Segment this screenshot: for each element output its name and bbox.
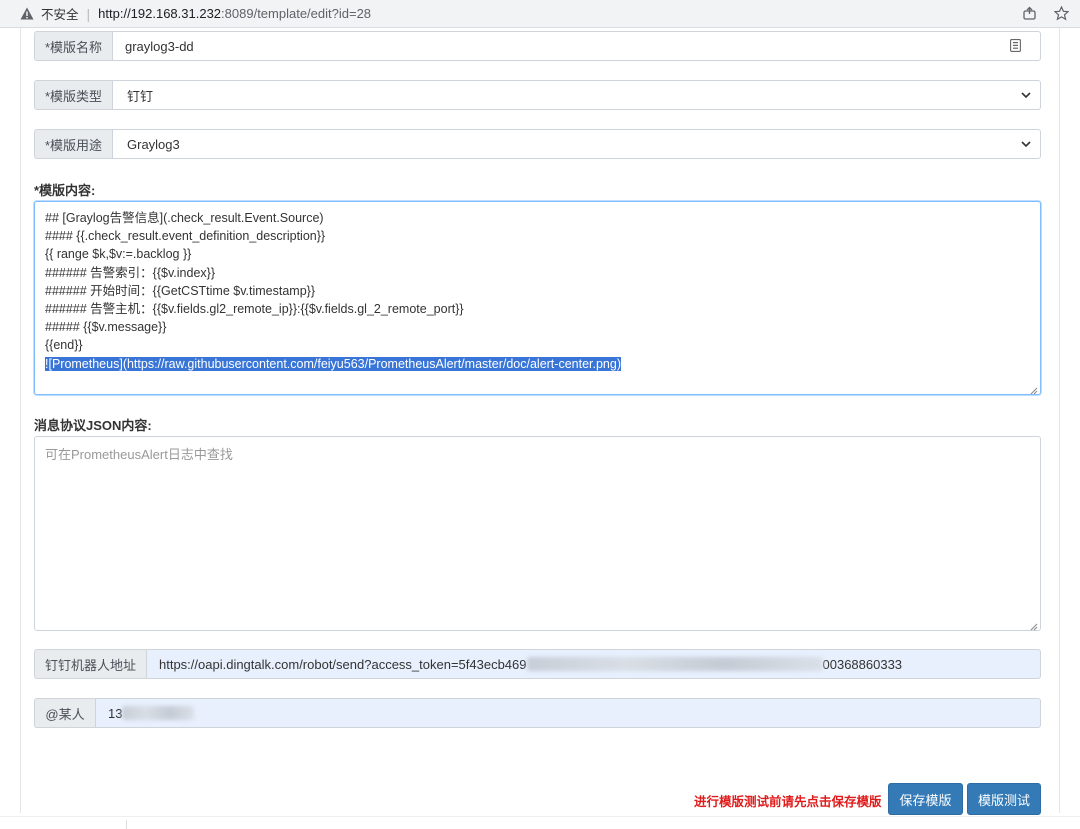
robot-url-input[interactable]: https://oapi.dingtalk.com/robot/send?acc… [146, 649, 1041, 679]
template-type-label: *模版类型 [34, 80, 112, 110]
json-content-textarea[interactable]: 可在PrometheusAlert日志中查找 [34, 436, 1041, 631]
template-content-label: *模版内容: [34, 183, 96, 198]
template-content-textarea[interactable]: ## [Graylog告警信息](.check_result.Event.Sou… [34, 201, 1041, 395]
template-name-label: *模版名称 [34, 31, 112, 61]
code-line: #### {{.check_result.event_definition_de… [45, 229, 326, 244]
chevron-down-icon[interactable] [1020, 89, 1032, 101]
bottom-divider [0, 816, 1080, 817]
template-usage-select[interactable]: Graylog3 [112, 129, 1041, 159]
save-template-button[interactable]: 保存模版 [888, 783, 963, 815]
at-person-value-start: 13 [108, 705, 123, 721]
code-line: {{end}} [45, 338, 83, 353]
resize-grip-icon[interactable] [1029, 383, 1038, 395]
json-content-label: 消息协议JSON内容: [34, 418, 152, 433]
template-type-group: *模版类型 钉钉 [34, 80, 1041, 110]
resize-grip-icon[interactable] [1029, 619, 1038, 631]
robot-url-label: 钉钉机器人地址 [34, 649, 146, 679]
code-line: ## [Graylog告警信息](.check_result.Event.Sou… [45, 211, 324, 225]
url-path: :8089/template/edit?id=28 [221, 6, 372, 21]
warning-icon[interactable] [20, 7, 34, 21]
at-person-input[interactable]: 13 [95, 698, 1041, 728]
autofill-icon[interactable] [1010, 39, 1022, 53]
template-usage-group: *模版用途 Graylog3 [34, 129, 1041, 159]
insecure-label[interactable]: 不安全 [41, 4, 79, 23]
robot-url-group: 钉钉机器人地址 https://oapi.dingtalk.com/robot/… [34, 649, 1041, 679]
robot-url-value-start: https://oapi.dingtalk.com/robot/send?acc… [159, 656, 527, 672]
at-person-group: @某人 13 [34, 698, 1041, 728]
bottom-tick [126, 820, 127, 829]
template-usage-label: *模版用途 [34, 129, 112, 159]
code-line: {{ range $k,$v:=.backlog }} [45, 247, 192, 262]
code-line: ##### {{$v.message}} [45, 320, 167, 335]
share-icon[interactable] [1020, 4, 1038, 22]
template-name-group: *模版名称 graylog3-dd [34, 31, 1041, 61]
code-line: ###### 告警主机：{{$v.fields.gl2_remote_ip}}:… [45, 302, 464, 317]
template-usage-value: Graylog3 [127, 136, 180, 152]
browser-address-bar: 不安全 | http://192.168.31.232:8089/templat… [0, 0, 1080, 28]
address-separator: | [86, 5, 91, 22]
json-content-placeholder: 可在PrometheusAlert日志中查找 [45, 447, 233, 462]
selected-code-line: ![Prometheus](https://raw.githubusercont… [45, 356, 621, 371]
redacted-token [526, 657, 823, 671]
robot-url-value-end: 00368860333 [822, 656, 903, 672]
template-name-value: graylog3-dd [125, 38, 194, 54]
address-bar-actions [1020, 4, 1070, 22]
bookmark-star-icon[interactable] [1052, 4, 1070, 22]
url-host: http://192.168.31.232 [98, 6, 222, 21]
test-template-button[interactable]: 模版测试 [967, 783, 1041, 815]
template-content-code: ## [Graylog告警信息](.check_result.Event.Sou… [35, 202, 1040, 380]
save-before-test-hint: 进行模版测试前请先点击保存模版 [694, 795, 882, 809]
at-person-label: @某人 [34, 698, 95, 728]
url-text[interactable]: http://192.168.31.232:8089/template/edit… [98, 6, 371, 21]
template-type-select[interactable]: 钉钉 [112, 80, 1041, 110]
template-name-input[interactable]: graylog3-dd [112, 31, 1041, 61]
chevron-down-icon[interactable] [1020, 138, 1032, 150]
redacted-phone [122, 706, 195, 720]
code-line: ###### 告警索引：{{$v.index}} [45, 265, 216, 280]
code-line: ###### 开始时间：{{GetCSTtime $v.timestamp}} [45, 283, 316, 298]
template-type-value: 钉钉 [127, 88, 154, 104]
